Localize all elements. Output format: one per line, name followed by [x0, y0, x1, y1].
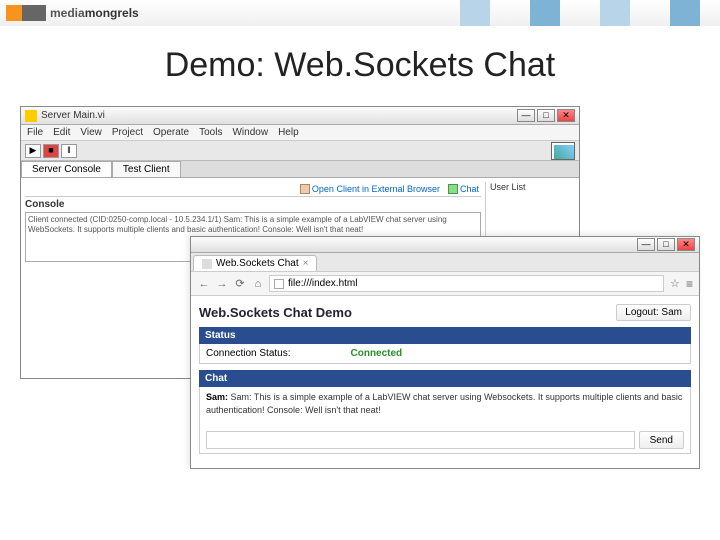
- menu-operate[interactable]: Operate: [153, 127, 189, 138]
- tab-favicon-icon: [202, 259, 212, 269]
- tab-server-console[interactable]: Server Console: [21, 161, 112, 177]
- chat-input[interactable]: [206, 431, 635, 449]
- hamburger-icon[interactable]: ≡: [686, 277, 693, 291]
- vi-icon: [551, 142, 575, 160]
- header-decor: [360, 0, 720, 26]
- status-value: Connected: [351, 348, 403, 359]
- tab-title: Web.Sockets Chat: [216, 258, 299, 269]
- pause-icon[interactable]: ‖: [61, 144, 77, 158]
- browser-window: — □ ✕ Web.Sockets Chat × ← → ⟳ ⌂ file://…: [190, 236, 700, 469]
- tab-close-icon[interactable]: ×: [303, 258, 309, 269]
- menu-tools[interactable]: Tools: [199, 127, 222, 138]
- labview-tabs: Server Console Test Client: [21, 161, 579, 178]
- browser-toolbar: ← → ⟳ ⌂ file:///index.html ☆ ≡: [191, 272, 699, 296]
- logo-icon: [6, 5, 46, 21]
- chat-icon: [448, 184, 458, 194]
- logo-mongrels: mongrels: [85, 6, 139, 20]
- send-button[interactable]: Send: [639, 431, 684, 449]
- chat-label: Chat: [460, 184, 479, 194]
- status-label: Connection Status:: [206, 348, 291, 359]
- menu-project[interactable]: Project: [112, 127, 143, 138]
- reload-icon[interactable]: ⟳: [233, 277, 247, 291]
- menu-window[interactable]: Window: [232, 127, 268, 138]
- home-icon[interactable]: ⌂: [251, 277, 265, 291]
- console-label: Console: [25, 199, 481, 210]
- browser-titlebar[interactable]: — □ ✕: [191, 237, 699, 253]
- folder-icon: [300, 184, 310, 194]
- menu-view[interactable]: View: [80, 127, 102, 138]
- file-icon: [274, 279, 284, 289]
- chat-section-body: Sam: Sam: This is a simple example of a …: [199, 387, 691, 454]
- labview-app-icon: [25, 110, 37, 122]
- browser-close-button[interactable]: ✕: [677, 238, 695, 251]
- page-title: Web.Sockets Chat Demo: [199, 305, 352, 320]
- back-icon[interactable]: ←: [197, 277, 211, 291]
- menu-help[interactable]: Help: [278, 127, 299, 138]
- browser-maximize-button[interactable]: □: [657, 238, 675, 251]
- close-button[interactable]: ✕: [557, 109, 575, 122]
- stop-icon[interactable]: ■: [43, 144, 59, 158]
- forward-icon[interactable]: →: [215, 277, 229, 291]
- userlist-label: User List: [490, 182, 575, 192]
- address-bar[interactable]: file:///index.html: [269, 275, 664, 292]
- labview-title: Server Main.vi: [41, 110, 517, 121]
- maximize-button[interactable]: □: [537, 109, 555, 122]
- brand-header: mediamongrels: [0, 0, 720, 26]
- slide-title: Demo: Web.Sockets Chat: [0, 26, 720, 95]
- open-browser-label: Open Client in External Browser: [312, 184, 440, 194]
- logo-text: mediamongrels: [50, 6, 139, 20]
- status-section-body: Connection Status: Connected: [199, 344, 691, 364]
- chat-link[interactable]: Chat: [448, 184, 479, 194]
- labview-titlebar[interactable]: Server Main.vi — □ ✕: [21, 107, 579, 125]
- chat-text: Sam: This is a simple example of a LabVI…: [206, 392, 682, 415]
- run-icon[interactable]: ▶: [25, 144, 41, 158]
- status-section-header: Status: [199, 327, 691, 344]
- minimize-button[interactable]: —: [517, 109, 535, 122]
- labview-menubar[interactable]: File Edit View Project Operate Tools Win…: [21, 125, 579, 141]
- menu-edit[interactable]: Edit: [53, 127, 70, 138]
- menu-file[interactable]: File: [27, 127, 43, 138]
- logout-button[interactable]: Logout: Sam: [616, 304, 691, 321]
- url-text: file:///index.html: [288, 278, 357, 289]
- tab-test-client[interactable]: Test Client: [112, 161, 181, 177]
- chat-messages: Sam: Sam: This is a simple example of a …: [206, 391, 684, 427]
- browser-tabstrip: Web.Sockets Chat ×: [191, 253, 699, 272]
- browser-minimize-button[interactable]: —: [637, 238, 655, 251]
- logo-media: media: [50, 6, 85, 20]
- brand-logo: mediamongrels: [6, 5, 139, 21]
- chat-section-header: Chat: [199, 370, 691, 387]
- open-browser-link[interactable]: Open Client in External Browser: [300, 184, 440, 194]
- browser-page: Web.Sockets Chat Demo Logout: Sam Status…: [191, 296, 699, 468]
- labview-toolbar: ▶ ■ ‖: [21, 141, 579, 161]
- bookmark-icon[interactable]: ☆: [668, 277, 682, 291]
- browser-tab[interactable]: Web.Sockets Chat ×: [193, 255, 317, 271]
